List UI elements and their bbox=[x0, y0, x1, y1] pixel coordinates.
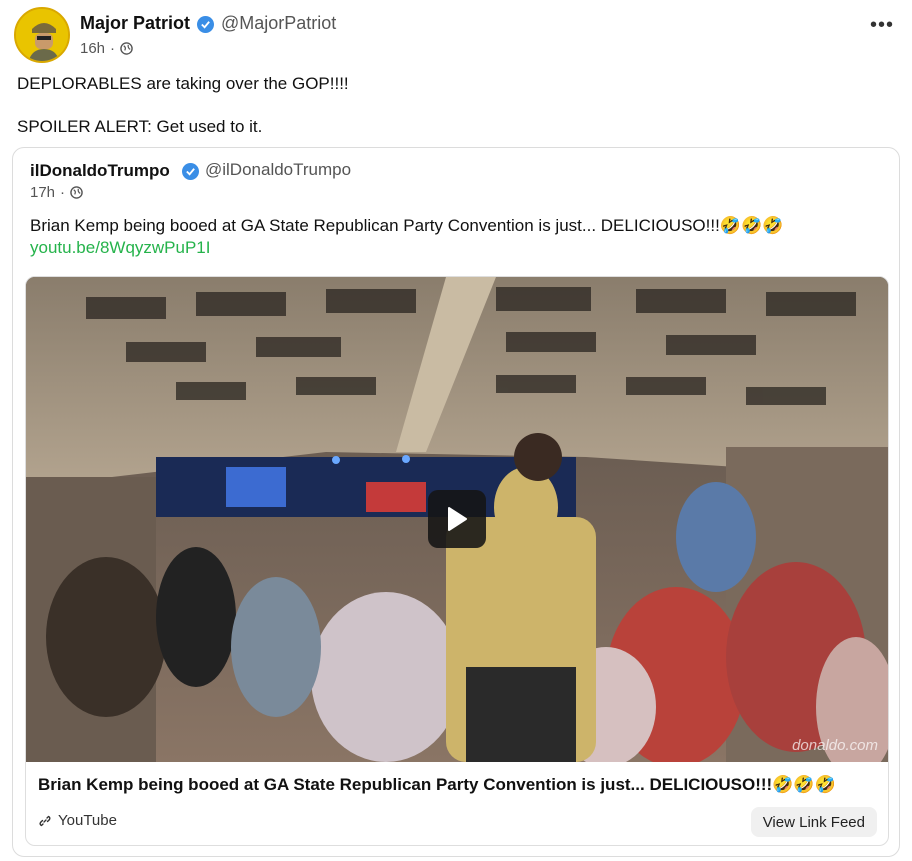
more-options-icon[interactable]: ••• bbox=[870, 14, 894, 37]
social-post: Major Patriot @MajorPatriot 16h · ••• DE… bbox=[0, 0, 912, 861]
author-name[interactable]: Major Patriot bbox=[80, 13, 190, 34]
quoted-author-name[interactable]: ilDonaldoTrumpo bbox=[30, 161, 170, 181]
post-time[interactable]: 16h bbox=[80, 40, 105, 57]
quoted-author-handle[interactable]: @ilDonaldoTrumpo bbox=[205, 160, 351, 180]
globe-icon bbox=[120, 42, 133, 55]
author-handle[interactable]: @MajorPatriot bbox=[221, 13, 336, 34]
link-preview-title[interactable]: Brian Kemp being booed at GA State Repub… bbox=[38, 775, 836, 795]
link-source-label: YouTube bbox=[58, 812, 117, 829]
quoted-link[interactable]: youtu.be/8WqyzwPuP1I bbox=[30, 238, 210, 258]
post-text-line-1: DEPLORABLES are taking over the GOP!!!! bbox=[17, 74, 349, 93]
video-thumbnail[interactable]: donaldo.com bbox=[26, 277, 888, 762]
post-meta: 16h · bbox=[80, 40, 133, 57]
video-watermark: donaldo.com bbox=[792, 737, 878, 754]
meta-separator: · bbox=[110, 40, 116, 57]
author-avatar[interactable] bbox=[14, 7, 70, 63]
link-icon bbox=[39, 815, 51, 826]
quoted-text: Brian Kemp being booed at GA State Repub… bbox=[30, 216, 784, 235]
play-button[interactable] bbox=[428, 490, 486, 548]
globe-icon bbox=[70, 186, 83, 199]
quoted-time[interactable]: 17h bbox=[30, 184, 55, 201]
meta-separator: · bbox=[60, 184, 66, 201]
verified-badge-icon bbox=[197, 16, 214, 33]
quoted-meta: 17h · bbox=[30, 184, 83, 201]
quoted-post[interactable]: ilDonaldoTrumpo @ilDonaldoTrumpo 17h · B… bbox=[12, 147, 900, 857]
verified-badge-icon bbox=[182, 163, 199, 180]
play-icon bbox=[448, 507, 467, 531]
view-link-feed-button[interactable]: View Link Feed bbox=[750, 807, 877, 837]
link-preview-card[interactable]: donaldo.com Brian Kemp being booed at GA… bbox=[25, 276, 889, 846]
post-text-line-2: SPOILER ALERT: Get used to it. bbox=[17, 117, 263, 136]
link-source: YouTube bbox=[38, 812, 117, 829]
